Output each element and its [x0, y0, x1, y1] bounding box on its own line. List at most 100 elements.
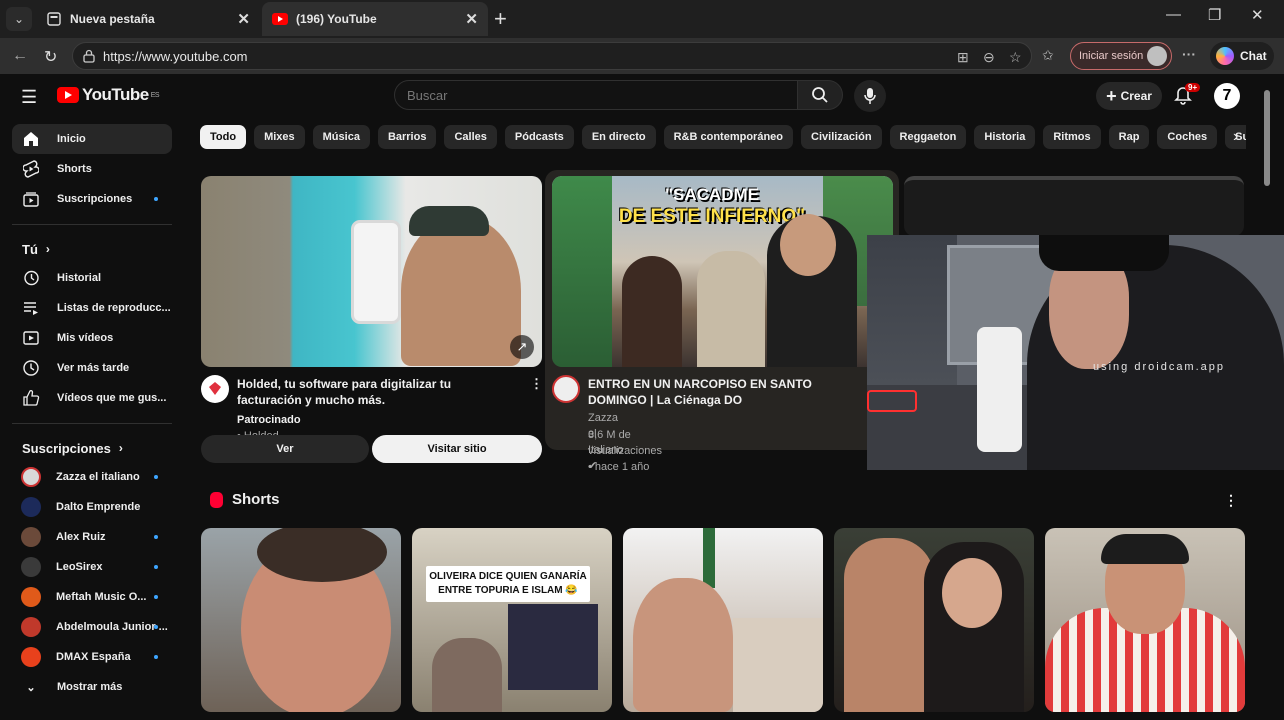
sidebar-channel[interactable]: Alex Ruiz: [12, 522, 172, 552]
menu-hamburger-icon[interactable]: ☰: [21, 87, 37, 108]
reload-icon[interactable]: ↻: [44, 47, 57, 67]
notifications-button[interactable]: 9+: [1174, 83, 1201, 111]
account-avatar[interactable]: 7: [1214, 83, 1240, 109]
sidebar-item-home[interactable]: Inicio: [12, 124, 172, 154]
bottle-shape: [977, 327, 1022, 452]
copilot-icon: [1216, 47, 1234, 65]
back-arrow-icon[interactable]: ←: [12, 47, 28, 65]
short-card[interactable]: [623, 528, 823, 712]
new-content-dot: [154, 565, 158, 569]
tab-new-tab[interactable]: Nueva pestaña ✕: [36, 2, 260, 36]
subscriptions-icon: [22, 190, 40, 208]
chip[interactable]: Reggaeton: [889, 125, 967, 149]
external-link-icon[interactable]: ↗: [510, 335, 534, 359]
home-icon: [22, 130, 40, 148]
more-options-icon[interactable]: ···: [1182, 46, 1196, 62]
sidebar-item-liked-videos[interactable]: Vídeos que me gus...: [12, 383, 172, 413]
sidebar-item-subscriptions[interactable]: Suscripciones: [12, 184, 172, 214]
sidebar-item-history[interactable]: Historial: [12, 263, 172, 293]
chip[interactable]: Pódcasts: [504, 125, 574, 149]
channel-avatar[interactable]: [201, 375, 229, 403]
channel-avatar[interactable]: [552, 375, 580, 403]
close-window-icon[interactable]: ✕: [1251, 6, 1264, 24]
sign-in-button[interactable]: Iniciar sesión: [1070, 42, 1172, 70]
short-card[interactable]: [201, 528, 401, 712]
person-shape: [432, 638, 502, 712]
video-title[interactable]: ENTRO EN UN NARCOPISO EN SANTO DOMINGO |…: [588, 376, 868, 408]
close-tab-icon[interactable]: ✕: [237, 10, 250, 28]
search-box: [394, 80, 798, 110]
chip[interactable]: Mixes: [254, 125, 305, 149]
short-overlay-text: OLIVEIRA DICE QUIEN GANARÍA ENTRE TOPURI…: [426, 566, 590, 602]
chip[interactable]: Todo: [200, 125, 247, 149]
more-vert-icon[interactable]: ⋮: [530, 376, 543, 392]
favorites-icon[interactable]: ✩: [1042, 47, 1054, 64]
tab-actions-button[interactable]: ⌄: [6, 7, 32, 31]
app-available-icon[interactable]: ⊞: [957, 49, 969, 66]
zoom-icon[interactable]: ⊖: [983, 49, 995, 66]
scrollbar-thumb[interactable]: [1264, 90, 1270, 186]
video-thumbnail[interactable]: ↗: [201, 176, 542, 367]
search-icon: [812, 87, 828, 103]
sidebar-channel[interactable]: Dalto Emprende: [12, 492, 172, 522]
minimize-icon[interactable]: —: [1166, 6, 1181, 23]
chip[interactable]: Rap: [1108, 125, 1150, 149]
create-button[interactable]: + Crear: [1096, 82, 1162, 110]
chip[interactable]: Música: [312, 125, 370, 149]
chip[interactable]: Historia: [974, 125, 1036, 149]
voice-search-button[interactable]: [854, 80, 886, 112]
sidebar-item-my-videos[interactable]: Mis vídeos: [12, 323, 172, 353]
sidebar-channel[interactable]: DMAX España: [12, 642, 172, 672]
sidebar-subscriptions-header[interactable]: Suscripciones ›: [12, 434, 172, 462]
short-card[interactable]: [834, 528, 1034, 712]
sidebar-show-more[interactable]: ⌄ Mostrar más: [12, 672, 172, 702]
close-tab-icon[interactable]: ✕: [465, 10, 478, 28]
sidebar-you-header[interactable]: Tú ›: [12, 235, 172, 263]
new-tab-button[interactable]: +: [494, 6, 507, 32]
copilot-chat-button[interactable]: Chat: [1210, 42, 1274, 70]
video-thumbnail[interactable]: "SACADME DE ESTE INFIERNO": [552, 176, 893, 367]
video-thumbnail[interactable]: [904, 176, 1244, 236]
new-content-dot: [154, 475, 158, 479]
chevron-right-icon[interactable]: ›: [1233, 128, 1238, 146]
video-title[interactable]: Holded, tu software para digitalizar tu …: [237, 376, 517, 408]
sidebar-item-shorts[interactable]: Shorts: [12, 154, 172, 184]
video-meta: 3,6 M de visualizaciones • hace 1 año: [588, 429, 662, 473]
sidebar-item-playlists[interactable]: Listas de reproducc...: [12, 293, 172, 323]
watch-button[interactable]: Ver: [201, 435, 369, 463]
short-card[interactable]: [1045, 528, 1245, 712]
logo-text: YouTube: [82, 85, 149, 104]
visit-site-button[interactable]: Visitar sitio: [372, 435, 542, 463]
chip[interactable]: Barrios: [377, 125, 437, 149]
sidebar-item-label: Alex Ruiz: [56, 531, 106, 543]
sidebar-channel[interactable]: LeoSirex: [12, 552, 172, 582]
search-input[interactable]: [407, 88, 787, 103]
chip[interactable]: Calles: [444, 125, 497, 149]
tree-shape: [703, 528, 715, 588]
youtube-logo[interactable]: YouTube ES: [57, 85, 160, 105]
my-videos-icon: [22, 329, 40, 347]
sidebar-channel[interactable]: Meftah Music O...: [12, 582, 172, 612]
chip[interactable]: En directo: [581, 125, 656, 149]
address-bar[interactable]: https://www.youtube.com ⊞ ⊖ ☆: [72, 42, 1032, 70]
chip[interactable]: Ritmos: [1043, 125, 1101, 149]
favorite-star-icon[interactable]: ☆: [1009, 49, 1022, 66]
sidebar-channel[interactable]: Abdelmoula Junior ...: [12, 612, 172, 642]
chip[interactable]: R&B contemporáneo: [663, 125, 794, 149]
restore-icon[interactable]: ❐: [1208, 6, 1221, 24]
page-scrollbar[interactable]: [1262, 86, 1272, 706]
site-info-icon[interactable]: [82, 49, 96, 68]
browser-toolbar: ← ↻ https://www.youtube.com ⊞ ⊖ ☆ ✩ Inic…: [0, 38, 1284, 74]
tab-youtube[interactable]: (196) YouTube ✕: [262, 2, 488, 36]
chip[interactable]: Civilización: [801, 125, 882, 149]
sidebar-channel[interactable]: Zazza el italiano: [12, 462, 172, 492]
chevron-down-icon: ⌄: [13, 12, 25, 26]
more-vert-icon[interactable]: ⋮: [1224, 492, 1238, 509]
avatar-letter: 7: [1222, 87, 1232, 104]
sidebar-item-watch-later[interactable]: Ver más tarde: [12, 353, 172, 383]
short-card[interactable]: OLIVEIRA DICE QUIEN GANARÍA ENTRE TOPURI…: [412, 528, 612, 712]
shorts-title-label: Shorts: [232, 491, 280, 508]
search-button[interactable]: [797, 80, 843, 110]
chip[interactable]: Coches: [1157, 125, 1218, 149]
sidebar-item-label: Vídeos que me gus...: [57, 392, 167, 404]
